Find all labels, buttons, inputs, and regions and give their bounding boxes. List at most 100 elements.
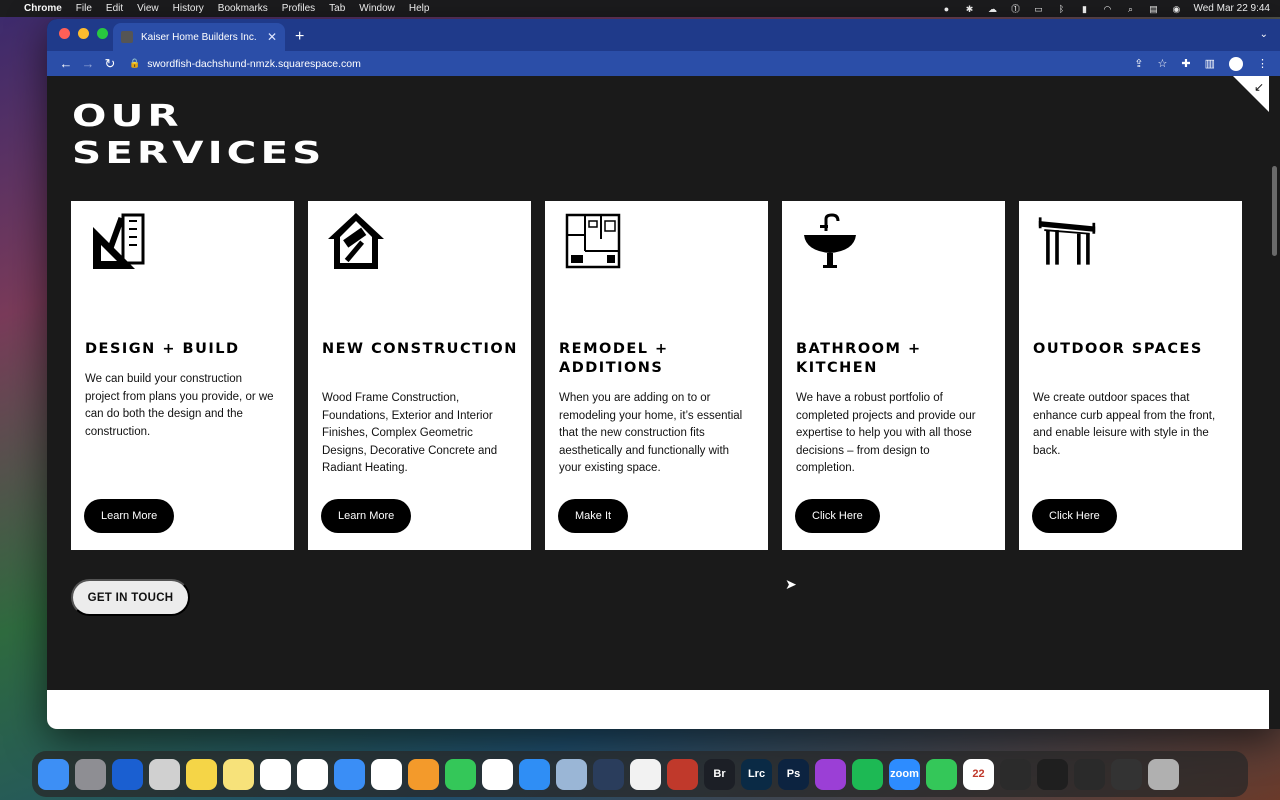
menu-edit[interactable]: Edit	[106, 3, 123, 14]
more-menu-icon[interactable]: ⋮	[1257, 57, 1268, 70]
mouse-cursor-icon: ➤	[785, 576, 797, 592]
onepassword-status-icon[interactable]: ⓵	[1009, 4, 1021, 14]
card-description: We have a robust portfolio of completed …	[796, 392, 976, 474]
get-in-touch-button[interactable]: GET IN TOUCH	[71, 579, 190, 616]
bluetooth-icon[interactable]: ᛒ	[1055, 4, 1067, 14]
menu-profiles[interactable]: Profiles	[282, 3, 315, 14]
menu-history[interactable]: History	[173, 3, 204, 14]
house-hammer-icon	[328, 213, 384, 269]
close-window-button[interactable]	[59, 28, 70, 39]
menu-bookmarks[interactable]: Bookmarks	[218, 3, 268, 14]
share-icon[interactable]: ⇪	[1134, 57, 1143, 70]
creative-cloud-icon[interactable]: ☁	[986, 4, 998, 14]
menu-file[interactable]: File	[76, 3, 92, 14]
photoshop-icon[interactable]: Ps	[778, 758, 809, 790]
system-settings-icon[interactable]	[75, 758, 106, 790]
launchpad-icon[interactable]	[149, 758, 180, 790]
make-it-button[interactable]: Make It	[558, 499, 629, 533]
card-title: BATHROOM + KITCHEN	[796, 341, 922, 376]
pergola-icon	[1038, 217, 1096, 265]
collapse-arrow-icon[interactable]: ↙	[1254, 80, 1264, 94]
tab-search-chevron-icon[interactable]: ⌄	[1260, 29, 1268, 40]
record-icon[interactable]: ●	[940, 4, 952, 14]
browser-toolbar: ← → ↻ 🔒 swordfish-dachshund-nmzk.squares…	[47, 51, 1280, 76]
finder-icon[interactable]	[38, 758, 69, 790]
tab-title: Kaiser Home Builders Inc.	[141, 31, 257, 43]
reload-icon[interactable]: ↻	[99, 56, 121, 72]
side-panel-icon[interactable]: ▥	[1205, 57, 1215, 70]
mail-icon[interactable]	[334, 758, 365, 790]
address-bar[interactable]: 🔒 swordfish-dachshund-nmzk.squarespace.c…	[129, 58, 1134, 70]
page-content: ↙ OUR SERVICES DESIGN + BUILD We can bui…	[47, 76, 1269, 690]
minimize-window-button[interactable]	[78, 28, 89, 39]
window-thumb-2-icon[interactable]	[1037, 758, 1068, 790]
photo-booth-icon[interactable]	[667, 758, 698, 790]
browser-window: Kaiser Home Builders Inc. ✕ + ⌄ ← → ↻ 🔒 …	[47, 19, 1280, 729]
battery-icon[interactable]: ▮	[1078, 4, 1090, 14]
close-tab-icon[interactable]: ✕	[267, 30, 277, 44]
card-description: When you are adding on to or remodeling …	[559, 392, 743, 474]
url-text[interactable]: swordfish-dachshund-nmzk.squarespace.com	[147, 58, 361, 70]
menu-help[interactable]: Help	[409, 3, 430, 14]
quicktime-icon[interactable]	[593, 758, 624, 790]
siri-icon[interactable]: ◉	[1170, 4, 1182, 14]
click-here-button[interactable]: Click Here	[795, 499, 880, 533]
scrollbar-thumb[interactable]	[1272, 166, 1277, 256]
learn-more-button[interactable]: Learn More	[84, 499, 175, 533]
back-arrow-icon[interactable]: ←	[55, 56, 77, 71]
tab-kaiser-home-builders[interactable]: Kaiser Home Builders Inc. ✕	[113, 23, 285, 51]
zoom-icon[interactable]: zoom	[889, 758, 920, 790]
trash-icon[interactable]	[1148, 758, 1179, 790]
new-tab-button[interactable]: +	[295, 28, 304, 46]
wifi-icon[interactable]: ◠	[1101, 4, 1113, 14]
menu-tab[interactable]: Tab	[329, 3, 345, 14]
click-here-button[interactable]: Click Here	[1032, 499, 1117, 533]
chrome-icon[interactable]	[482, 758, 513, 790]
pages-icon[interactable]	[408, 758, 439, 790]
extensions-puzzle-icon[interactable]: ✚	[1181, 57, 1190, 70]
card-description: We can build your construction project f…	[85, 373, 274, 438]
card-title: DESIGN + BUILD	[85, 341, 240, 357]
menu-view[interactable]: View	[137, 3, 159, 14]
menubar-clock[interactable]: Wed Mar 22 9:44	[1193, 3, 1270, 14]
control-center-icon[interactable]: ▤	[1147, 4, 1159, 14]
lightroom-classic-icon[interactable]: Lrc	[741, 758, 772, 790]
bookmark-star-icon[interactable]: ☆	[1158, 57, 1168, 70]
stickies-icon[interactable]	[186, 758, 217, 790]
slack-icon[interactable]	[371, 758, 402, 790]
card-title: OUTDOOR SPACES	[1033, 341, 1203, 357]
photos-icon[interactable]	[630, 758, 661, 790]
section-title-line1: OUR	[72, 99, 183, 134]
bridge-icon[interactable]: Br	[704, 758, 735, 790]
reminders-icon[interactable]	[260, 758, 291, 790]
menu-chrome[interactable]: Chrome	[24, 3, 62, 14]
menu-window[interactable]: Window	[359, 3, 395, 14]
search-icon[interactable]: ⌕	[1124, 4, 1136, 14]
extension-status-icon[interactable]: ✱	[963, 4, 975, 14]
window-thumb-3-icon[interactable]	[1074, 758, 1105, 790]
dock: Br Lrc Ps zoom 22	[32, 751, 1248, 797]
lock-icon[interactable]: 🔒	[129, 58, 140, 69]
zoom-window-button[interactable]	[97, 28, 108, 39]
service-card-bathroom-kitchen: BATHROOM + KITCHEN We have a robust port…	[782, 201, 1005, 550]
learn-more-button[interactable]: Learn More	[321, 499, 412, 533]
page-scrollbar[interactable]	[1269, 76, 1280, 729]
calendar-icon[interactable]	[297, 758, 328, 790]
window-thumb-1-icon[interactable]	[1000, 758, 1031, 790]
calendar-date-icon[interactable]: 22	[963, 758, 994, 790]
profile-avatar-icon[interactable]	[1229, 56, 1243, 71]
design-tools-icon	[93, 213, 145, 269]
window-thumb-4-icon[interactable]	[1111, 758, 1142, 790]
notes-icon[interactable]	[223, 758, 254, 790]
section-title: OUR SERVICES	[72, 98, 321, 172]
forward-arrow-icon[interactable]: →	[77, 56, 99, 71]
podcasts-icon[interactable]	[815, 758, 846, 790]
messages-icon[interactable]	[445, 758, 476, 790]
window-controls	[59, 28, 108, 39]
1password-icon[interactable]	[112, 758, 143, 790]
facetime-icon[interactable]	[926, 758, 957, 790]
preview-icon[interactable]	[556, 758, 587, 790]
safari-icon[interactable]	[519, 758, 550, 790]
keyboard-icon[interactable]: ▭	[1032, 4, 1044, 14]
spotify-icon[interactable]	[852, 758, 883, 790]
